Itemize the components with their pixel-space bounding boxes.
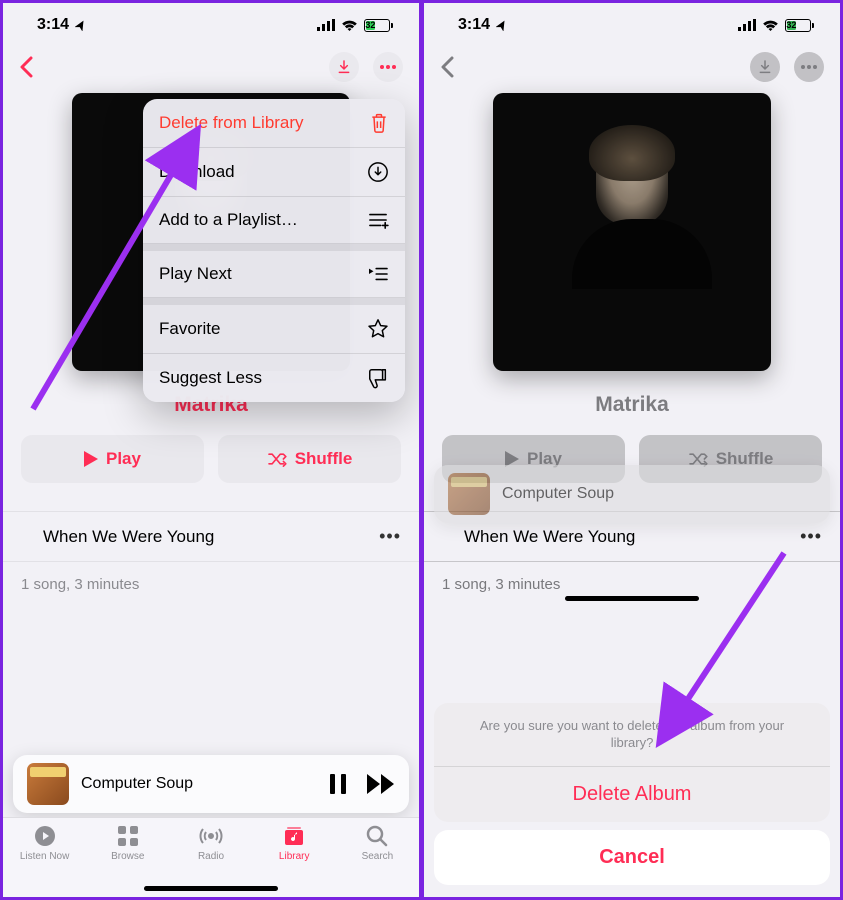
album-meta: 1 song, 3 minutes [3,562,419,607]
play-button[interactable]: Play [21,435,204,483]
forward-icon[interactable] [367,774,395,794]
sheet-message: Are you sure you want to delete this alb… [434,703,830,767]
back-button[interactable] [19,53,37,81]
mini-player-artwork [27,763,69,805]
menu-delete-from-library[interactable]: Delete from Library [143,99,405,148]
star-icon [367,318,389,340]
trash-icon [369,112,389,134]
tab-listen-now[interactable]: Listen Now [3,824,86,897]
phone-right: 3:14 32 [424,3,840,897]
download-button[interactable] [329,52,359,82]
status-time: 3:14 [37,16,69,34]
track-row[interactable]: When We Were Young ••• [3,511,419,562]
menu-favorite[interactable]: Favorite [143,305,405,354]
play-label: Play [106,449,141,469]
menu-play-next[interactable]: Play Next [143,251,405,298]
tab-bar: Listen Now Browse Radio Library Search [3,817,419,897]
sheet-delete-album[interactable]: Delete Album [434,767,830,822]
action-sheet: Are you sure you want to delete this alb… [434,703,830,885]
shuffle-label: Shuffle [295,449,353,469]
cellular-icon [317,19,335,31]
shuffle-button[interactable]: Shuffle [218,435,401,483]
sheet-cancel[interactable]: Cancel [434,830,830,885]
menu-separator [143,298,405,305]
wifi-icon [341,19,358,31]
location-icon [75,19,87,31]
status-bar: 3:14 32 [3,3,419,47]
more-button[interactable] [373,52,403,82]
track-title: When We Were Young [43,527,214,547]
menu-download[interactable]: Download [143,148,405,197]
pause-icon[interactable] [329,774,347,794]
queue-next-icon [367,265,389,283]
phone-left: 3:14 32 [3,3,419,897]
menu-suggest-less[interactable]: Suggest Less [143,354,405,402]
home-indicator[interactable] [144,886,278,891]
download-circle-icon [367,161,389,183]
mini-player-title: Computer Soup [81,775,317,793]
track-more-icon[interactable]: ••• [379,526,401,547]
mini-player[interactable]: Computer Soup [13,755,409,813]
tab-search[interactable]: Search [336,824,419,897]
playlist-add-icon [367,211,389,229]
thumbs-down-icon [367,367,389,389]
menu-add-to-playlist[interactable]: Add to a Playlist… [143,197,405,244]
nav-bar [3,47,419,87]
menu-separator [143,244,405,251]
battery-indicator: 32 [364,19,393,32]
context-menu: Delete from Library Download Add to a Pl… [143,99,405,402]
